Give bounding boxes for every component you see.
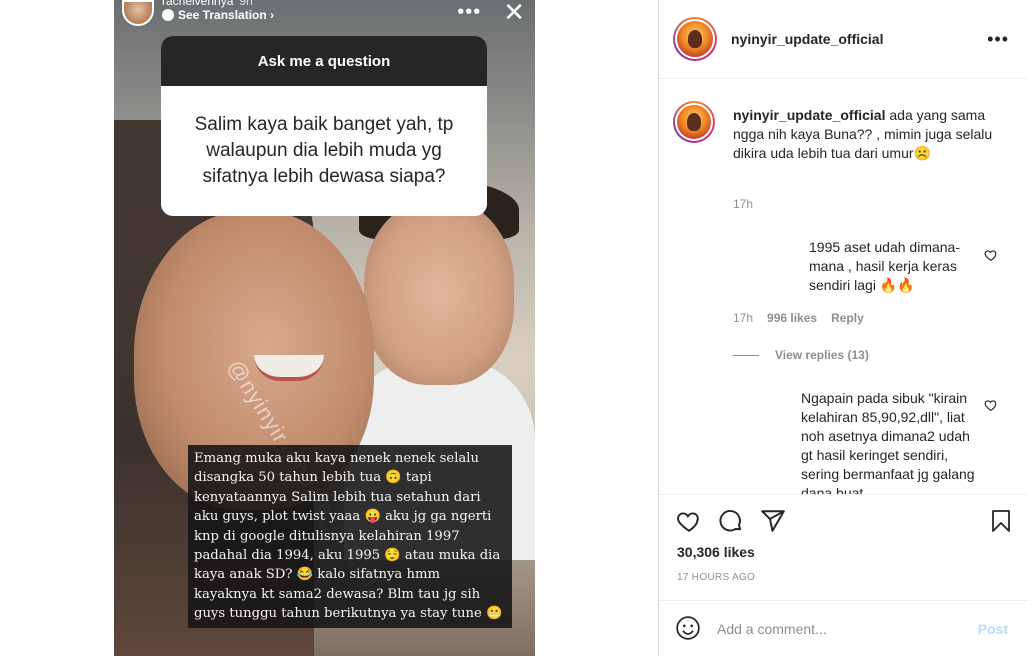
question-title: Ask me a question	[161, 36, 487, 86]
story-user-info: rachelvennya 9h See Translation ›	[162, 0, 274, 22]
caption-time[interactable]: 17h	[733, 197, 753, 211]
save-icon[interactable]	[987, 507, 1015, 535]
view-replies-button[interactable]: View replies (13)	[733, 348, 869, 362]
post-panel: nyinyir_update_official ••• nyinyir_upda…	[658, 0, 1027, 656]
header-username[interactable]: nyinyir_update_official	[731, 31, 987, 47]
comment-1-text: 1995 aset udah dimana-mana , hasil kerja…	[809, 239, 960, 293]
add-comment-bar: Post	[659, 600, 1027, 656]
share-icon[interactable]	[759, 507, 787, 535]
heart-icon[interactable]	[675, 507, 703, 535]
story-more-icon[interactable]: •••	[457, 2, 481, 22]
action-bar	[675, 505, 1015, 537]
comment-2-like-icon[interactable]	[984, 398, 998, 412]
post-header: nyinyir_update_official •••	[659, 0, 1027, 79]
comment-1-likes[interactable]: 996 likes	[767, 311, 817, 325]
caption-meta: 17h	[733, 197, 753, 211]
comment-input[interactable]	[717, 620, 978, 637]
comments-section[interactable]: nyinyir_update_official ada yang sama ng…	[659, 79, 1027, 495]
media-area: rachelvennya 9h See Translation › ••• ✕ A…	[0, 0, 658, 656]
replies-line	[733, 354, 759, 356]
caption: nyinyir_update_official ada yang sama ng…	[733, 106, 995, 163]
story-answer-text: Emang muka aku kaya nenek nenek selalu d…	[188, 445, 512, 628]
comment-icon[interactable]	[717, 507, 745, 535]
emoji-icon[interactable]	[675, 615, 703, 643]
post-timestamp[interactable]: 17 HOURS AGO	[677, 572, 755, 583]
header-avatar[interactable]	[673, 17, 717, 61]
caption-avatar[interactable]	[673, 101, 715, 143]
story-time: 9h	[239, 0, 253, 8]
likes-count[interactable]: 30,306 likes	[677, 544, 755, 560]
comment-1-like-icon[interactable]	[984, 248, 998, 262]
comment-2-text: Ngapain pada sibuk "kirain kelahiran 85,…	[801, 390, 975, 495]
instagram-post-page: rachelvennya 9h See Translation › ••• ✕ A…	[0, 0, 1027, 656]
more-options-icon[interactable]: •••	[987, 29, 1013, 50]
story-controls: ••• ✕	[457, 0, 525, 25]
comment-1-reply[interactable]: Reply	[831, 311, 864, 325]
story-header: rachelvennya 9h See Translation ›	[122, 0, 274, 26]
comment-1-time[interactable]: 17h	[733, 311, 753, 325]
see-translation-link[interactable]: See Translation ›	[162, 8, 274, 22]
story-username[interactable]: rachelvennya 9h	[162, 0, 274, 8]
question-sticker: Ask me a question Salim kaya baik banget…	[161, 36, 487, 216]
question-text: Salim kaya baik banget yah, tp walaupun …	[194, 114, 454, 187]
translate-icon	[162, 9, 174, 21]
comment-1-meta: 17h 996 likes Reply	[733, 311, 864, 325]
man-face	[364, 200, 514, 385]
post-button[interactable]: Post	[978, 621, 1012, 637]
story-image[interactable]: rachelvennya 9h See Translation › ••• ✕ A…	[114, 0, 535, 656]
story-avatar[interactable]	[122, 0, 154, 26]
close-icon[interactable]: ✕	[503, 0, 525, 25]
caption-username[interactable]: nyinyir_update_official	[733, 107, 885, 123]
